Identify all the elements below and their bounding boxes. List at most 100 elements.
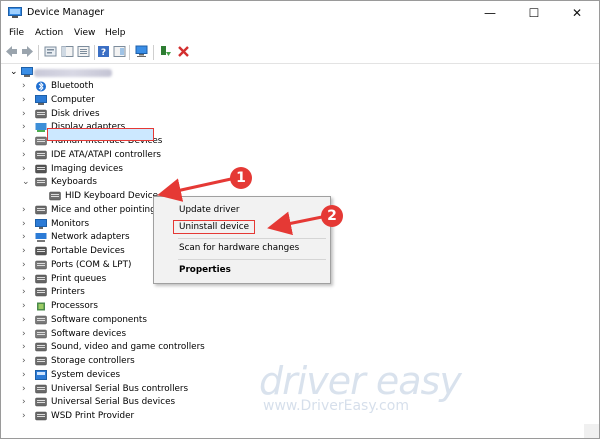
up-level-icon[interactable] bbox=[44, 45, 57, 58]
tree-item-label: Monitors bbox=[51, 218, 90, 229]
tree-item-computer[interactable]: › Computer bbox=[1, 94, 341, 107]
selected-device-highlight bbox=[47, 128, 154, 141]
help-icon[interactable]: ? bbox=[97, 45, 110, 58]
chevron-right-icon[interactable]: › bbox=[22, 108, 30, 121]
back-arrow-icon[interactable] bbox=[5, 45, 18, 58]
uninstall-x-icon[interactable] bbox=[177, 45, 190, 58]
port-icon bbox=[35, 260, 47, 269]
usb-icon bbox=[35, 384, 47, 393]
tree-item-software-devices[interactable]: › Software devices bbox=[1, 328, 341, 341]
menu-item-properties[interactable]: Properties bbox=[179, 265, 231, 275]
properties-view-icon[interactable] bbox=[113, 45, 126, 58]
maximize-button[interactable]: ☐ bbox=[512, 1, 556, 25]
network-adapter-icon bbox=[35, 233, 47, 243]
processor-icon bbox=[37, 302, 45, 311]
tree-item-imaging-devices[interactable]: › Imaging devices bbox=[1, 163, 341, 176]
printer-icon bbox=[35, 274, 47, 283]
callout-badge-2: 2 bbox=[321, 205, 343, 227]
tree-item-label: HID Keyboard Device bbox=[65, 191, 159, 201]
minimize-button[interactable]: — bbox=[468, 1, 512, 25]
chevron-right-icon[interactable]: › bbox=[22, 369, 30, 382]
computer-icon bbox=[35, 94, 47, 105]
chevron-right-icon[interactable]: › bbox=[22, 94, 30, 107]
chevron-right-icon[interactable]: › bbox=[22, 273, 30, 286]
tree-item-label: Disk drives bbox=[51, 108, 100, 119]
resize-grip[interactable] bbox=[584, 424, 599, 438]
chevron-right-icon[interactable]: › bbox=[22, 163, 30, 176]
tree-item-printers[interactable]: › Printers bbox=[1, 286, 341, 299]
bluetooth-icon bbox=[36, 81, 46, 92]
keyboard-icon bbox=[49, 191, 61, 201]
device-manager-icon bbox=[8, 7, 22, 18]
tree-item-software-components[interactable]: › Software components bbox=[1, 314, 341, 327]
computer-root-icon bbox=[21, 67, 33, 77]
driver-easy-url-watermark: www.DriverEasy.com bbox=[263, 398, 409, 414]
chevron-right-icon[interactable]: › bbox=[22, 355, 30, 368]
mouse-icon bbox=[35, 205, 47, 214]
show-hide-console-tree-icon[interactable] bbox=[61, 45, 74, 58]
chevron-right-icon[interactable]: › bbox=[22, 286, 30, 299]
chevron-right-icon[interactable]: › bbox=[22, 135, 30, 148]
menu-item-scan-hardware[interactable]: Scan for hardware changes bbox=[179, 243, 299, 253]
chevron-right-icon[interactable]: › bbox=[22, 328, 30, 341]
tree-item-sound-video-and-game-controllers[interactable]: › Sound, video and game controllers bbox=[1, 341, 341, 354]
tree-item-bluetooth[interactable]: › Bluetooth bbox=[1, 80, 341, 93]
chevron-right-icon[interactable]: › bbox=[22, 314, 30, 327]
driver-easy-watermark: driver easy bbox=[259, 359, 462, 403]
list-view-icon[interactable] bbox=[77, 45, 90, 58]
chevron-right-icon[interactable]: › bbox=[22, 259, 30, 272]
chevron-down-icon[interactable]: ⌄ bbox=[22, 176, 30, 189]
menu-action[interactable]: Action bbox=[35, 28, 63, 38]
tree-item-label: Network adapters bbox=[51, 232, 130, 243]
tree-item-label: Software components bbox=[51, 314, 147, 325]
chevron-right-icon[interactable]: › bbox=[22, 396, 30, 409]
chevron-right-icon[interactable]: › bbox=[22, 204, 30, 217]
software-device-icon bbox=[35, 329, 47, 338]
chevron-right-icon[interactable]: › bbox=[22, 410, 30, 423]
tree-item-ide-ata-atapi-controllers[interactable]: › IDE ATA/ATAPI controllers bbox=[1, 149, 341, 162]
menu-item-update-driver[interactable]: Update driver bbox=[179, 205, 240, 215]
tree-item-label: Universal Serial Bus devices bbox=[51, 397, 176, 408]
system-device-icon bbox=[35, 369, 47, 380]
context-menu: Update driver Uninstall device Scan for … bbox=[153, 196, 331, 284]
tree-item-label: Keyboards bbox=[51, 177, 97, 188]
forward-arrow-icon[interactable] bbox=[21, 45, 34, 58]
tree-item-label: Sound, video and game controllers bbox=[51, 342, 205, 353]
chevron-right-icon[interactable]: › bbox=[22, 383, 30, 396]
title-bar[interactable]: Device Manager — ☐ ✕ bbox=[1, 1, 599, 25]
tree-item-label: Software devices bbox=[51, 328, 127, 339]
chevron-right-icon[interactable]: › bbox=[22, 245, 30, 258]
tree-item-label: IDE ATA/ATAPI controllers bbox=[51, 149, 162, 160]
menu-view[interactable]: View bbox=[74, 28, 95, 38]
tree-item-label: WSD Print Provider bbox=[51, 411, 135, 421]
tree-item-disk-drives[interactable]: › Disk drives bbox=[1, 108, 341, 121]
tree-item-label: Processors bbox=[51, 301, 98, 311]
tree-item-processors[interactable]: › Processors bbox=[1, 300, 341, 313]
menu-file[interactable]: File bbox=[9, 28, 24, 38]
tree-item-label: Printers bbox=[51, 287, 85, 298]
chevron-right-icon[interactable]: › bbox=[22, 341, 30, 354]
chevron-right-icon[interactable]: › bbox=[22, 300, 30, 313]
chevron-right-icon[interactable]: › bbox=[22, 149, 30, 162]
tree-item-keyboards[interactable]: ⌄ Keyboards bbox=[1, 176, 341, 189]
menu-item-uninstall-device[interactable]: Uninstall device bbox=[179, 222, 249, 232]
chevron-down-icon[interactable]: ⌄ bbox=[10, 66, 18, 79]
tree-root[interactable]: ⌄ bbox=[1, 66, 201, 79]
menu-bar: File Action View Help bbox=[1, 25, 599, 42]
sound-icon bbox=[35, 343, 47, 352]
chevron-right-icon[interactable]: › bbox=[22, 218, 30, 231]
update-driver-icon[interactable] bbox=[159, 45, 172, 58]
disk-drive-icon bbox=[35, 109, 47, 118]
tree-item-label: Computer bbox=[51, 94, 95, 105]
chevron-right-icon[interactable]: › bbox=[22, 80, 30, 93]
camera-icon bbox=[35, 164, 47, 173]
toolbar: ? bbox=[1, 42, 599, 64]
chevron-right-icon[interactable]: › bbox=[22, 121, 30, 134]
hid-icon bbox=[35, 136, 47, 146]
chevron-right-icon[interactable]: › bbox=[22, 231, 30, 244]
close-button[interactable]: ✕ bbox=[555, 1, 599, 25]
scan-hardware-icon[interactable] bbox=[135, 45, 148, 58]
menu-help[interactable]: Help bbox=[105, 28, 126, 38]
usb-icon bbox=[35, 398, 47, 407]
printer-icon bbox=[35, 288, 47, 297]
